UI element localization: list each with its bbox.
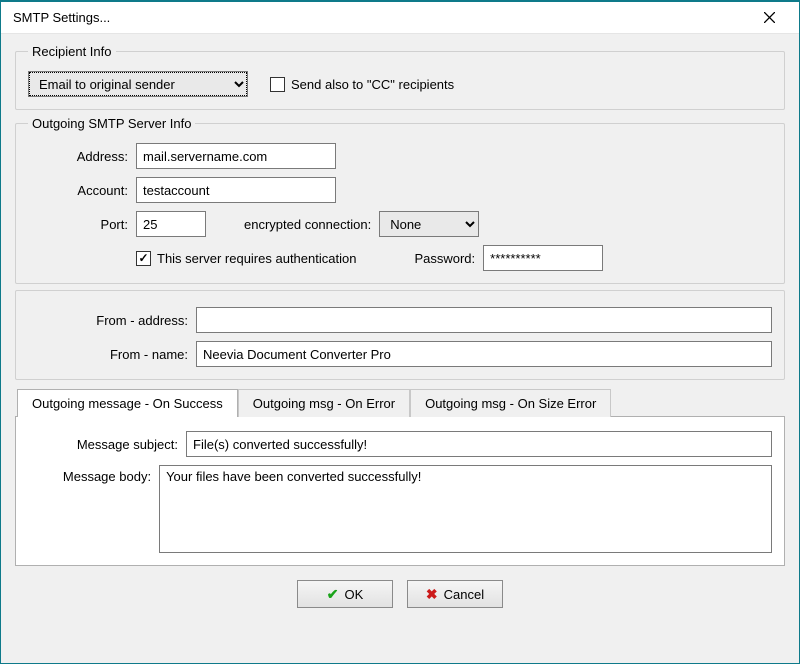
checkbox-icon [136,251,151,266]
ok-button[interactable]: ✔ OK [297,580,393,608]
dialog-buttons: ✔ OK ✖ Cancel [15,572,785,618]
address-label: Address: [28,149,128,164]
from-group: From - address: From - name: [15,290,785,380]
message-body-label: Message body: [28,465,151,484]
smtp-settings-window: SMTP Settings... Recipient Info Email to… [0,0,800,664]
send-also-cc-checkbox[interactable]: Send also to "CC" recipients [270,77,454,92]
account-label: Account: [28,183,128,198]
email-to-select[interactable]: Email to original sender [28,71,248,97]
cancel-button-label: Cancel [444,587,484,602]
requires-auth-label: This server requires authentication [157,251,356,266]
from-name-label: From - name: [28,347,188,362]
address-input[interactable] [136,143,336,169]
from-address-input[interactable] [196,307,772,333]
cancel-button[interactable]: ✖ Cancel [407,580,503,608]
password-label: Password: [414,251,475,266]
from-name-input[interactable] [196,341,772,367]
message-subject-label: Message subject: [28,437,178,452]
password-input[interactable] [483,245,603,271]
ok-button-label: OK [344,587,363,602]
titlebar: SMTP Settings... [1,2,799,34]
send-also-cc-label: Send also to "CC" recipients [291,77,454,92]
tab-on-size-error[interactable]: Outgoing msg - On Size Error [410,389,611,417]
message-body-textarea[interactable] [159,465,772,553]
port-input[interactable] [136,211,206,237]
outgoing-message-tabs: Outgoing message - On Success Outgoing m… [15,388,785,566]
close-icon [764,12,775,23]
check-icon: ✔ [327,586,339,603]
recipient-info-group: Recipient Info Email to original sender … [15,44,785,110]
tab-on-error[interactable]: Outgoing msg - On Error [238,389,410,417]
cancel-icon: ✖ [426,586,438,603]
tab-on-success[interactable]: Outgoing message - On Success [17,389,238,417]
server-info-legend: Outgoing SMTP Server Info [28,116,195,131]
server-info-group: Outgoing SMTP Server Info Address: Accou… [15,116,785,284]
message-subject-input[interactable] [186,431,772,457]
encrypted-connection-label: encrypted connection: [244,217,371,232]
encrypted-connection-select[interactable]: None [379,211,479,237]
content-area: Recipient Info Email to original sender … [1,34,799,663]
checkbox-icon [270,77,285,92]
close-button[interactable] [749,4,789,32]
port-label: Port: [28,217,128,232]
from-address-label: From - address: [28,313,188,328]
tab-strip: Outgoing message - On Success Outgoing m… [17,388,785,416]
window-title: SMTP Settings... [13,10,749,25]
requires-auth-checkbox[interactable]: This server requires authentication [136,251,356,266]
account-input[interactable] [136,177,336,203]
recipient-info-legend: Recipient Info [28,44,116,59]
tab-panel-success: Message subject: Message body: [15,416,785,566]
